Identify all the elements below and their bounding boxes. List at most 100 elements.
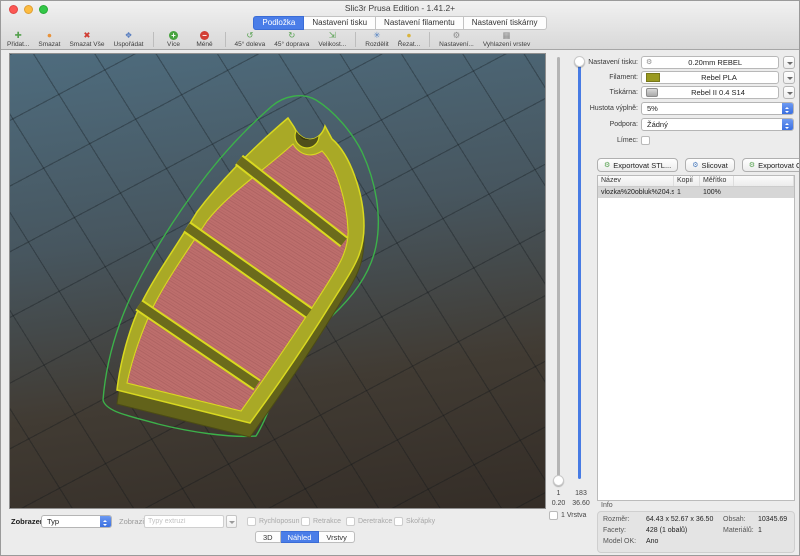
info-box: Rozměr: 64.43 x 52.67 x 36.50 Obsah: 103…: [597, 511, 795, 553]
infill-density-label: Hustota výplně:: [590, 102, 638, 115]
rotate-left-icon: ↺: [246, 31, 253, 40]
checkbox-icon: [247, 517, 256, 526]
arrange-icon: ❖: [125, 31, 133, 40]
mode-preview-button[interactable]: Náhled: [281, 531, 320, 543]
popup-arrows-icon: [782, 103, 793, 114]
print-settings-combo[interactable]: ⚙ 0.20mm REBEL: [641, 56, 779, 69]
cut-icon: ●: [406, 31, 411, 40]
print-settings-chevron-button[interactable]: [783, 56, 795, 69]
toolbar-rotate-right-button[interactable]: ↻ 45° doprava: [274, 31, 309, 48]
tab-nastaveni-tiskarny[interactable]: Nastavení tiskárny: [464, 16, 547, 30]
filament-label: Filament:: [609, 71, 638, 84]
layer-min-z: 0.20: [549, 500, 568, 507]
info-title: Info: [601, 502, 613, 509]
facets-value: 428 (1 obalů): [646, 527, 687, 534]
volume-label: Obsah:: [723, 516, 746, 523]
volume-value: 10345.69: [758, 516, 787, 523]
object-name-cell: vlozka%20obluk%204.stl: [598, 187, 674, 198]
unretractions-checkbox[interactable]: Deretrakce: [346, 515, 392, 528]
toolbar-separator: [153, 32, 154, 47]
add-icon: ✚: [15, 31, 22, 40]
layer-smoothing-icon: ▦: [503, 31, 511, 40]
printer-combo[interactable]: Rebel II 0.4 S14: [641, 86, 779, 99]
toolbar-settings-button[interactable]: ⚙ Nastavení...: [439, 31, 474, 48]
toolbar-add-button[interactable]: ✚ Přidat...: [7, 31, 29, 48]
toolbar-cut-button[interactable]: ● Řezat...: [398, 31, 420, 48]
toolbar-layer-smoothing-button[interactable]: ▦ Vyhlazení vrstev: [483, 31, 530, 48]
show-label: Zobrazit: [119, 515, 146, 528]
main-tabs: Podložka Nastavení tisku Nastavení filam…: [1, 16, 799, 30]
print-settings-label: Nastavení tisku:: [588, 56, 638, 69]
single-layer-checkbox[interactable]: 1 Vrstva: [549, 511, 586, 520]
filament-chevron-button[interactable]: [783, 71, 795, 84]
printer-chevron-button[interactable]: [783, 86, 795, 99]
filament-swatch-icon: [646, 73, 660, 82]
model-corner-notch: [295, 124, 319, 148]
filament-combo[interactable]: Rebel PLA: [641, 71, 779, 84]
fewer-icon: −: [200, 31, 209, 40]
column-scale[interactable]: Měřítko: [700, 176, 734, 186]
shells-checkbox[interactable]: Skořápky: [394, 515, 435, 528]
right-sidebar: Nastavení tisku: ⚙ 0.20mm REBEL Filament…: [596, 50, 800, 556]
support-select[interactable]: Žádný: [641, 118, 794, 131]
toolbar-scale-button[interactable]: ⇲ Velikost...: [318, 31, 346, 48]
support-label: Podpora:: [610, 118, 638, 131]
brim-checkbox[interactable]: [641, 136, 650, 145]
toolbar-more-button[interactable]: + Více: [163, 31, 185, 48]
tab-nastaveni-tisku[interactable]: Nastavení tisku: [304, 16, 376, 30]
layer-max-z: 36.60: [568, 500, 594, 507]
table-row[interactable]: vlozka%20obluk%204.stl 1 100%: [598, 187, 794, 198]
view-type-select[interactable]: Typ: [41, 515, 112, 528]
toolbar-fewer-button[interactable]: − Méně: [194, 31, 216, 48]
popup-arrows-icon: [100, 516, 111, 527]
toolbar-rotate-left-button[interactable]: ↺ 45° doleva: [235, 31, 266, 48]
tab-nastaveni-filamentu[interactable]: Nastavení filamentu: [376, 16, 464, 30]
layer-slider-min-handle[interactable]: [553, 475, 564, 486]
export-gcode-button[interactable]: ⚙ Exportovat G-kód...: [742, 158, 800, 172]
gear-icon: ⚙: [453, 31, 461, 40]
delete-all-icon: ✖: [83, 31, 90, 40]
toolbar-split-button[interactable]: ✳ Rozdělit: [365, 31, 388, 48]
toolbar-separator: [225, 32, 226, 47]
layer-min-value: 1: [549, 490, 568, 497]
travel-checkbox[interactable]: Rychloposun: [247, 515, 299, 528]
layer-slider-max-track[interactable]: [578, 61, 581, 479]
printer-label: Tiskárna:: [609, 86, 638, 99]
layer-slider-min-track[interactable]: [557, 57, 560, 483]
column-copies[interactable]: Kopií: [674, 176, 700, 186]
materials-value: 1: [758, 527, 762, 534]
toolbar-arrange-button[interactable]: ❖ Uspořádat: [114, 31, 144, 48]
mode-3d-button[interactable]: 3D: [255, 531, 281, 543]
size-value: 64.43 x 52.67 x 36.50: [646, 516, 713, 523]
layer-slider-max-handle[interactable]: [574, 56, 585, 67]
view-mode-segmented-control: 3D Náhled Vrstvy: [255, 531, 355, 543]
checkbox-icon: [549, 511, 558, 520]
more-icon: +: [169, 31, 178, 40]
action-buttons: ⚙ Exportovat STL... ⚙ Slicovat ⚙ Exporto…: [597, 158, 800, 172]
gear-icon: ⚙: [604, 162, 610, 169]
extrusion-types-chevron-button[interactable]: [226, 515, 237, 528]
retractions-checkbox[interactable]: Retrakce: [301, 515, 341, 528]
toolbar: ✚ Přidat... ● Smazat ✖ Smazat Vše ❖ Uspo…: [7, 31, 530, 50]
column-name[interactable]: Název: [598, 176, 674, 186]
toolbar-delete-button[interactable]: ● Smazat: [38, 31, 60, 48]
title-bar: Slic3r Prusa Edition - 1.41.2+: [1, 1, 799, 16]
printer-icon: [646, 88, 658, 97]
object-copies-cell: 1: [674, 187, 700, 198]
model-render: [10, 54, 547, 510]
toolbar-delete-all-button[interactable]: ✖ Smazat Vše: [69, 31, 104, 48]
slice-button[interactable]: ⚙ Slicovat: [685, 158, 735, 172]
scale-icon: ⇲: [329, 31, 336, 40]
model-ok-label: Model OK:: [603, 538, 636, 545]
layer-max-value: 183: [568, 490, 594, 497]
app-window: Slic3r Prusa Edition - 1.41.2+ Podložka …: [0, 0, 800, 556]
object-scale-cell: 100%: [700, 187, 734, 198]
object-list-table: Název Kopií Měřítko vlozka%20obluk%204.s…: [597, 175, 795, 501]
infill-density-select[interactable]: 5%: [641, 102, 794, 115]
rotate-right-icon: ↻: [288, 31, 295, 40]
extrusion-types-input[interactable]: [144, 515, 224, 528]
mode-layers-button[interactable]: Vrstvy: [319, 531, 355, 543]
viewport-3d-canvas[interactable]: [9, 53, 546, 509]
export-stl-button[interactable]: ⚙ Exportovat STL...: [597, 158, 678, 172]
tab-podlozka[interactable]: Podložka: [253, 16, 304, 30]
